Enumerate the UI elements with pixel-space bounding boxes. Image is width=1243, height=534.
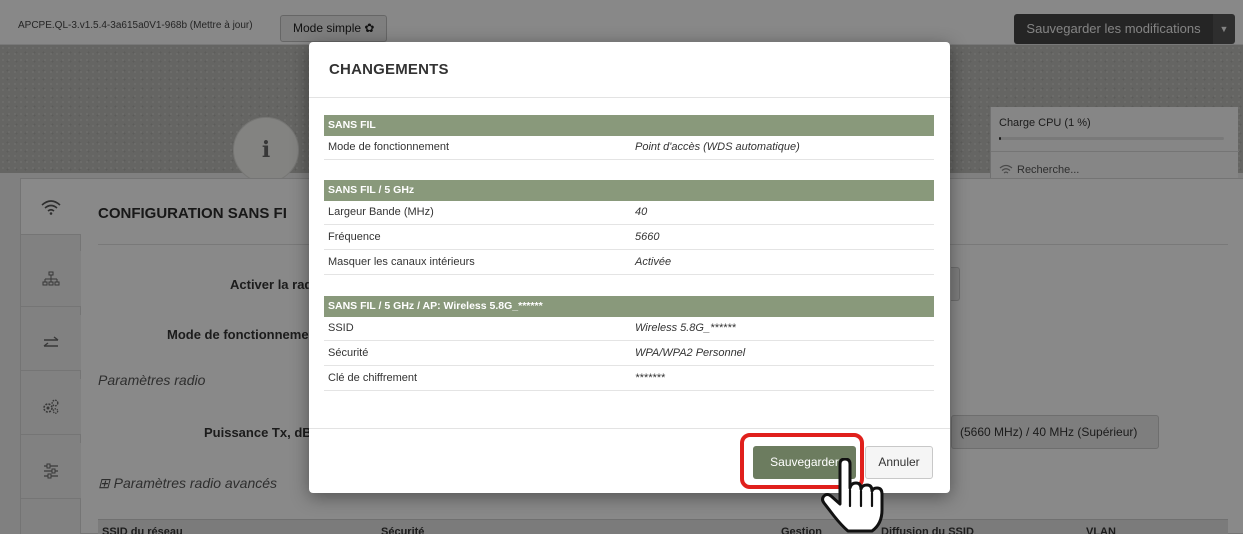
change-value: Wireless 5.8G_****** — [635, 322, 736, 334]
change-value: Point d'accès (WDS automatique) — [635, 141, 800, 153]
change-key: Fréquence — [328, 231, 381, 243]
change-key: Largeur Bande (MHz) — [328, 206, 434, 218]
change-row: Largeur Bande (MHz) 40 — [324, 201, 934, 225]
change-row: Mode de fonctionnement Point d'accès (WD… — [324, 136, 934, 160]
divider — [309, 97, 950, 98]
change-value: WPA/WPA2 Personnel — [635, 347, 746, 359]
change-value: Activée — [635, 256, 672, 268]
change-row: SSID Wireless 5.8G_****** — [324, 317, 934, 341]
change-key: Sécurité — [328, 347, 369, 359]
dialog-title: CHANGEMENTS — [329, 61, 449, 78]
change-value: ******* — [635, 372, 665, 384]
section-header: SANS FIL — [324, 115, 934, 136]
change-value: 5660 — [635, 231, 660, 243]
change-row: Sécurité WPA/WPA2 Personnel — [324, 342, 934, 366]
section-header: SANS FIL / 5 GHz — [324, 180, 934, 201]
change-row: Masquer les canaux intérieurs Activée — [324, 251, 934, 275]
changes-dialog: CHANGEMENTS SANS FIL Mode de fonctionnem… — [309, 42, 950, 493]
divider — [309, 428, 950, 429]
change-row: Fréquence 5660 — [324, 226, 934, 250]
change-value: 40 — [635, 206, 648, 218]
change-key: Clé de chiffrement — [328, 372, 418, 384]
change-key: Mode de fonctionnement — [328, 141, 450, 153]
change-key: SSID — [328, 322, 354, 334]
change-row: Clé de chiffrement ******* — [324, 367, 934, 391]
hand-pointer-icon — [821, 458, 884, 533]
change-key: Masquer les canaux intérieurs — [328, 256, 475, 268]
section-header: SANS FIL / 5 GHz / AP: Wireless 5.8G_***… — [324, 296, 934, 317]
